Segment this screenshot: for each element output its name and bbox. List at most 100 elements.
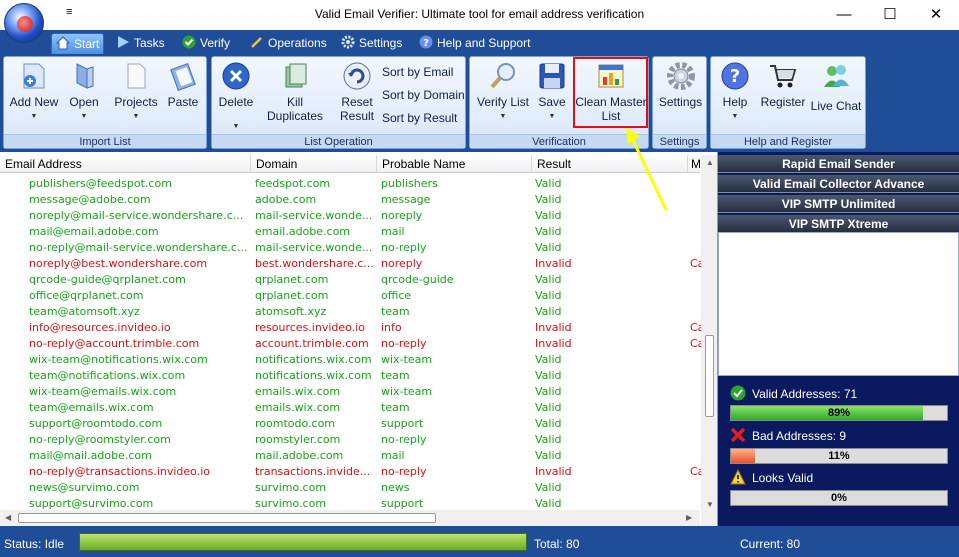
- tab-tasks[interactable]: Tasks: [112, 33, 169, 54]
- grid-rows: publishers@feedspot.com feedspot.com publi…: [0, 176, 702, 512]
- cell-email: mail@email.adobe.com: [29, 225, 159, 238]
- horizontal-scrollbar[interactable]: ◀ ▶: [0, 510, 700, 526]
- cell-email: no-reply@mail-service.wondershare.c...: [29, 241, 248, 254]
- sort-by-email-button[interactable]: Sort by Email: [382, 65, 453, 79]
- verify-list-button[interactable]: Verify List ▼: [474, 61, 532, 120]
- status-bar: Status: Idle Total: 80 Current: 80: [0, 526, 959, 557]
- kill-duplicates-button[interactable]: Kill Duplicates: [258, 61, 332, 123]
- table-row[interactable]: mail@email.adobe.com email.adobe.com mail V…: [0, 224, 700, 240]
- help-button[interactable]: ? Help ▼: [715, 61, 755, 120]
- valid-check-icon: [730, 385, 746, 401]
- paste-button[interactable]: Paste: [162, 61, 204, 109]
- cell-probable-name: no-reply: [381, 433, 427, 446]
- cell-result: Valid: [535, 273, 562, 286]
- cell-result: Valid: [535, 433, 562, 446]
- table-row[interactable]: noreply@best.wondershare.com best.wonders…: [0, 256, 702, 272]
- cell-result: Valid: [535, 449, 562, 462]
- vip-smtp-xtreme-link[interactable]: VIP SMTP Xtreme: [718, 215, 959, 233]
- sort-by-result-button[interactable]: Sort by Result: [382, 111, 457, 125]
- app-orb-button[interactable]: [4, 3, 44, 43]
- cell-probable-name: no-reply: [381, 241, 427, 254]
- vip-smtp-unlimited-link[interactable]: VIP SMTP Unlimited: [718, 195, 959, 213]
- tab-operations[interactable]: Operations: [246, 33, 331, 54]
- table-row[interactable]: no-reply@roomstyler.com roomstyler.com no-…: [0, 432, 700, 448]
- table-row[interactable]: info@resources.invideo.io resources.invid…: [0, 320, 702, 336]
- table-row[interactable]: message@adobe.com adobe.com message Valid: [0, 192, 700, 208]
- table-row[interactable]: team@notifications.wix.com notifications.…: [0, 368, 700, 384]
- cell-probable-name: qrcode-guide: [381, 273, 454, 286]
- valid-email-collector-advance-link[interactable]: Valid Email Collector Advance: [718, 175, 959, 193]
- cell-probable-name: info: [381, 321, 402, 334]
- settings-button[interactable]: Settings: [655, 61, 706, 109]
- table-row[interactable]: support@roomtodo.com roomtodo.com support V…: [0, 416, 700, 432]
- cell-email: team@notifications.wix.com: [29, 369, 186, 382]
- home-icon: [56, 36, 70, 50]
- scroll-right-icon[interactable]: ▶: [686, 513, 692, 522]
- cell-domain: emails.wix.com: [255, 401, 341, 414]
- cell-result: Valid: [535, 401, 562, 414]
- horizontal-scroll-thumb[interactable]: [18, 513, 436, 523]
- tab-start[interactable]: Start: [51, 33, 105, 54]
- column-header-email[interactable]: Email Address: [0, 155, 251, 173]
- table-row[interactable]: wix-team@notifications.wix.com notificati…: [0, 352, 700, 368]
- cell-probable-name: mail: [381, 225, 405, 238]
- tab-verify[interactable]: Verify: [178, 33, 234, 54]
- table-row[interactable]: mail@mail.adobe.com mail.adobe.com mail Val…: [0, 448, 700, 464]
- email-list-grid[interactable]: Email Address Domain Probable Name Resul…: [0, 152, 718, 526]
- cell-email: publishers@feedspot.com: [29, 177, 172, 190]
- open-button[interactable]: Open ▼: [62, 61, 106, 120]
- floppy-disk-icon: [539, 63, 565, 89]
- table-row[interactable]: publishers@feedspot.com feedspot.com publi…: [0, 176, 700, 192]
- close-button[interactable]: ✕: [914, 0, 958, 30]
- projects-button[interactable]: Projects ▼: [110, 61, 162, 120]
- vertical-scroll-thumb[interactable]: [705, 335, 714, 417]
- pencil-icon: [251, 37, 262, 48]
- maximize-button[interactable]: ☐: [868, 0, 912, 30]
- cell-email: no-reply@account.trimble.com: [29, 337, 200, 350]
- table-row[interactable]: team@atomsoft.xyz atomsoft.xyz team Valid: [0, 304, 700, 320]
- minimize-button[interactable]: —: [822, 0, 866, 30]
- cell-result: Valid: [535, 241, 562, 254]
- column-header-extra[interactable]: M: [688, 155, 702, 173]
- table-row[interactable]: no-reply@mail-service.wondershare.c... ma…: [0, 240, 700, 256]
- table-row[interactable]: wix-team@emails.wix.com emails.wix.com wix…: [0, 384, 700, 400]
- table-row[interactable]: news@survimo.com survimo.com news Valid: [0, 480, 700, 496]
- cell-email: no-reply@transactions.invideo.io: [29, 465, 211, 478]
- cell-probable-name: team: [381, 401, 410, 414]
- tab-help-and-support[interactable]: ? Help and Support: [415, 33, 534, 54]
- reset-result-button[interactable]: Reset Result: [336, 61, 378, 123]
- table-row[interactable]: office@qrplanet.com qrplanet.com office Val…: [0, 288, 700, 304]
- table-row[interactable]: no-reply@account.trimble.com account.trim…: [0, 336, 702, 352]
- help-question-icon: ?: [721, 62, 749, 90]
- table-row[interactable]: noreply@mail-service.wondershare.c... mai…: [0, 208, 700, 224]
- table-row[interactable]: no-reply@transactions.invideo.io transact…: [0, 464, 702, 480]
- save-button[interactable]: Save ▼: [534, 61, 570, 120]
- register-button[interactable]: Register: [757, 61, 809, 109]
- group-label-help-and-register: Help and Register: [711, 134, 865, 148]
- open-folder-icon: [76, 63, 94, 89]
- live-chat-button[interactable]: Live Chat: [809, 61, 863, 113]
- cell-probable-name: support: [381, 417, 424, 430]
- cell-domain: resources.invideo.io: [255, 321, 365, 334]
- table-row[interactable]: qrcode-guide@qrplanet.com qrplanet.com qrc…: [0, 272, 700, 288]
- rapid-email-sender-link[interactable]: Rapid Email Sender: [718, 155, 959, 173]
- tab-settings[interactable]: Settings: [337, 33, 406, 54]
- column-header-probable-name[interactable]: Probable Name: [377, 155, 532, 173]
- cell-result: Valid: [535, 353, 562, 366]
- add-new-button[interactable]: Add New ▼: [8, 61, 60, 120]
- column-header-domain[interactable]: Domain: [251, 155, 377, 173]
- looks-valid-bar: 0%: [730, 490, 948, 506]
- cell-probable-name: office: [381, 289, 412, 302]
- cell-probable-name: wix-team: [381, 353, 433, 366]
- scroll-down-icon[interactable]: ▼: [706, 500, 714, 509]
- delete-button[interactable]: Delete ▼: [216, 61, 256, 130]
- table-row[interactable]: team@emails.wix.com emails.wix.com team Val…: [0, 400, 700, 416]
- vertical-scrollbar[interactable]: ▲ ▼: [701, 155, 717, 526]
- cell-domain: qrplanet.com: [255, 273, 329, 286]
- sort-by-domain-button[interactable]: Sort by Domain: [382, 88, 465, 102]
- scroll-left-icon[interactable]: ◀: [5, 513, 11, 522]
- cell-result: Invalid: [535, 337, 572, 350]
- scroll-up-icon[interactable]: ▲: [706, 158, 714, 167]
- total-count: Total: 80: [534, 537, 580, 551]
- cell-email: team@atomsoft.xyz: [29, 305, 140, 318]
